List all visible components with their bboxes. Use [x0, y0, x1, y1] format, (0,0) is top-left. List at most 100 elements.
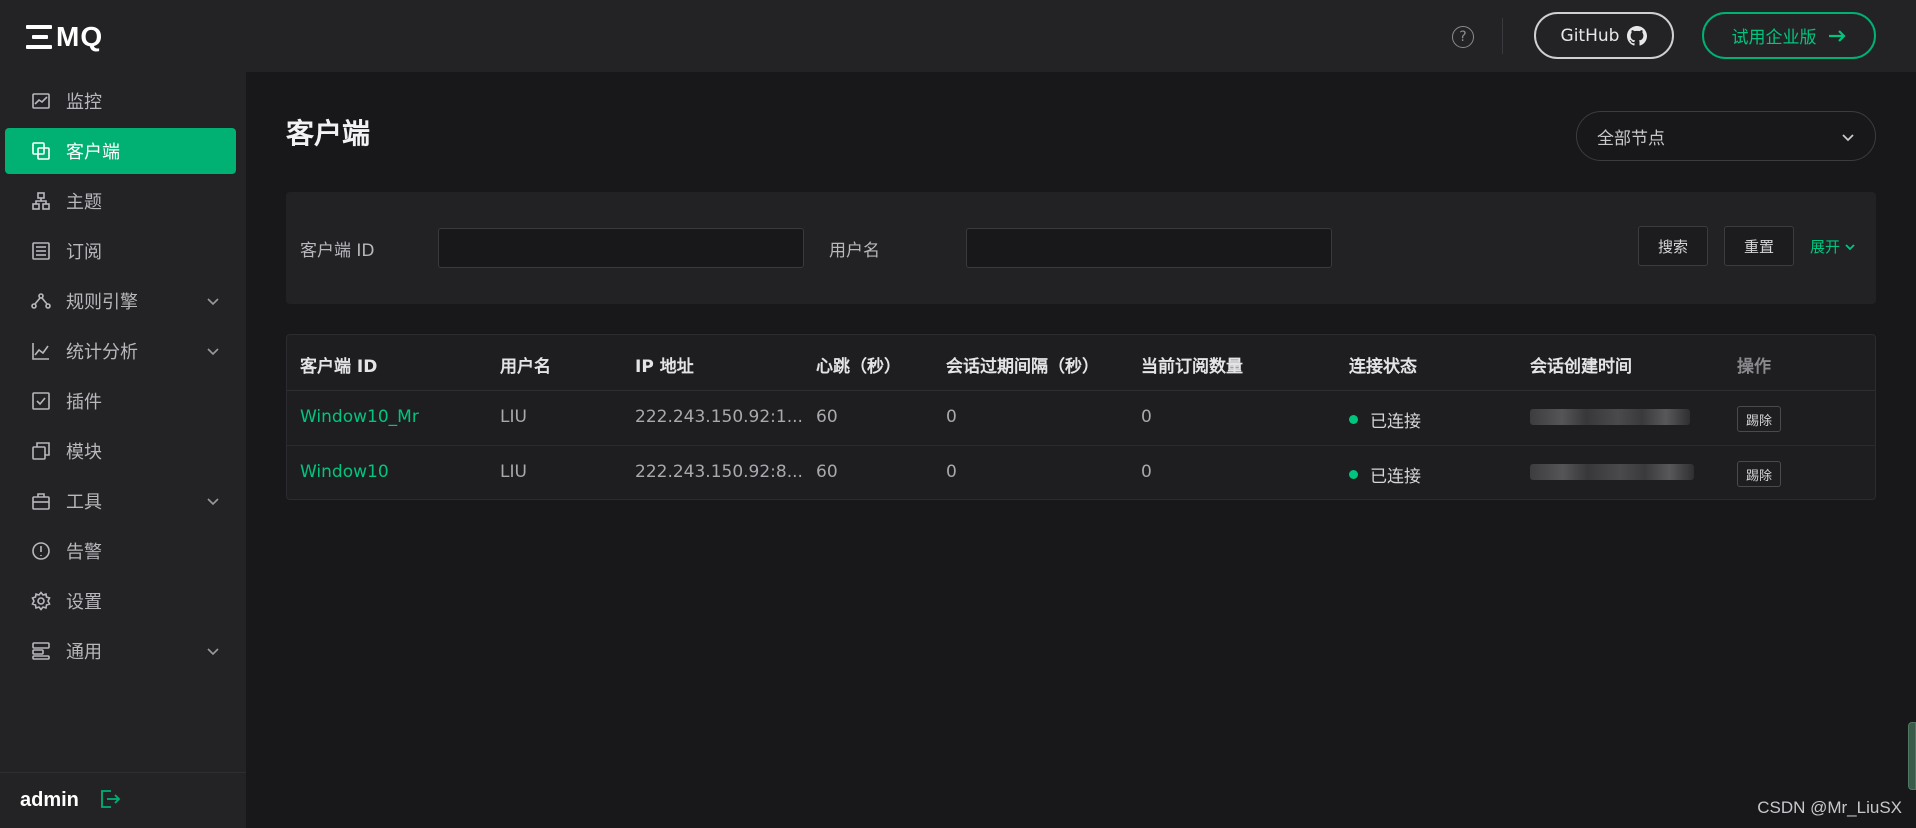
subscriptions-cell: 0 [1141, 407, 1152, 427]
chevron-down-icon [206, 292, 220, 306]
plugin-check-icon [30, 390, 52, 412]
reset-button[interactable]: 重置 [1724, 226, 1794, 266]
subscriptions-cell: 0 [1141, 462, 1152, 482]
modules-icon [30, 440, 52, 462]
username-label: 用户名 [829, 241, 880, 261]
ip-cell: 222.243.150.92:8... [635, 462, 803, 482]
logout-icon[interactable] [99, 788, 121, 814]
column-header: 当前订阅数量 [1141, 357, 1243, 377]
sidebar-item-modules[interactable]: 模块 [0, 428, 246, 474]
sidebar-item-label: 模块 [66, 442, 102, 463]
chart-line-icon [30, 90, 52, 112]
subscription-list-icon [30, 240, 52, 262]
logo-e-mark [26, 25, 54, 49]
sidebar-item-label: 订阅 [66, 242, 102, 263]
sidebar-item-alarms[interactable]: 告警 [0, 528, 246, 574]
status-text: 已连接 [1370, 467, 1421, 487]
sidebar-item-plugins[interactable]: 插件 [0, 378, 246, 424]
sidebar-item-rule-engine[interactable]: 规则引擎 [0, 278, 246, 324]
chevron-down-icon [1842, 134, 1854, 142]
sidebar-item-monitor[interactable]: 监控 [0, 78, 246, 124]
sidebar-item-topics[interactable]: 主题 [0, 178, 246, 224]
kick-button[interactable]: 踢除 [1737, 406, 1781, 432]
top-header: ? GitHub 试用企业版 [246, 0, 1916, 72]
expand-label: 展开 [1810, 238, 1841, 256]
redacted-timestamp [1530, 464, 1694, 480]
username-cell: LIU [500, 462, 527, 482]
sidebar-item-settings[interactable]: 设置 [0, 578, 246, 624]
sidebar-item-label: 工具 [66, 492, 102, 513]
topic-tree-icon [30, 190, 52, 212]
table-row: Window10_Mr LIU 222.243.150.92:1... 60 0… [287, 391, 1875, 446]
username-cell: LIU [500, 407, 527, 427]
column-header: 客户端 ID [300, 357, 378, 377]
sidebar-item-label: 告警 [66, 542, 102, 563]
page-title: 客户端 [286, 117, 371, 150]
status-cell: 已连接 [1349, 462, 1421, 487]
github-label: GitHub [1560, 25, 1620, 46]
emq-logo[interactable]: MQ [26, 20, 103, 54]
keepalive-cell: 60 [816, 407, 838, 427]
chevron-down-icon [206, 492, 220, 506]
column-header: 心跳（秒） [816, 357, 901, 377]
search-button[interactable]: 搜索 [1638, 226, 1708, 266]
client-id-label: 客户端 ID [300, 241, 375, 261]
expand-toggle[interactable]: 展开 [1810, 236, 1856, 257]
client-id-link[interactable]: Window10 [300, 462, 389, 482]
github-button[interactable]: GitHub [1534, 12, 1674, 59]
connected-dot-icon [1349, 470, 1358, 479]
expiry-cell: 0 [946, 407, 957, 427]
sidebar-menu: 监控 客户端 主题 订阅 规则引擎 统计分析 插件 模块 工具 告警 设置 通用 [0, 74, 246, 678]
sidebar-item-label: 监控 [66, 92, 102, 113]
sidebar: MQ 监控 客户端 主题 订阅 规则引擎 统计分析 插件 模块 工具 告警 设置… [0, 0, 246, 828]
client-id-input[interactable] [438, 228, 804, 268]
connected-dot-icon [1349, 415, 1358, 424]
clients-icon [30, 140, 52, 162]
header-divider [1502, 18, 1503, 54]
sidebar-item-label: 客户端 [66, 142, 120, 163]
node-select[interactable]: 全部节点 [1576, 111, 1876, 161]
sidebar-item-label: 插件 [66, 392, 102, 413]
sidebar-item-label: 统计分析 [66, 342, 138, 363]
expiry-cell: 0 [946, 462, 957, 482]
scroll-handle[interactable] [1908, 722, 1916, 790]
kick-button[interactable]: 踢除 [1737, 461, 1781, 487]
column-header: 会话创建时间 [1530, 357, 1632, 377]
logo-text: MQ [56, 21, 104, 52]
sidebar-item-clients[interactable]: 客户端 [5, 128, 236, 174]
alert-icon [30, 540, 52, 562]
sidebar-item-label: 通用 [66, 642, 102, 663]
gear-icon [30, 590, 52, 612]
filter-panel: 客户端 ID 用户名 搜索 重置 展开 [286, 192, 1876, 304]
chevron-down-icon [206, 642, 220, 656]
status-cell: 已连接 [1349, 407, 1421, 432]
sidebar-item-analytics[interactable]: 统计分析 [0, 328, 246, 374]
sidebar-footer: admin [0, 772, 246, 828]
watermark: CSDN @Mr_LiuSX [1757, 798, 1902, 817]
enterprise-trial-button[interactable]: 试用企业版 [1702, 12, 1876, 59]
general-icon [30, 640, 52, 662]
github-icon [1627, 25, 1648, 46]
keepalive-cell: 60 [816, 462, 838, 482]
table-header: 客户端 ID 用户名 IP 地址 心跳（秒） 会话过期间隔（秒） 当前订阅数量 … [287, 335, 1875, 391]
ip-cell: 222.243.150.92:1... [635, 407, 803, 427]
status-text: 已连接 [1370, 412, 1421, 432]
sidebar-item-label: 设置 [66, 592, 102, 613]
username-input[interactable] [966, 228, 1332, 268]
column-header: 用户名 [500, 357, 551, 377]
column-header: 连接状态 [1349, 357, 1417, 377]
column-header: 会话过期间隔（秒） [946, 357, 1099, 377]
help-icon[interactable]: ? [1452, 26, 1474, 48]
sidebar-item-subscriptions[interactable]: 订阅 [0, 228, 246, 274]
redacted-timestamp [1530, 409, 1690, 425]
sidebar-item-label: 主题 [66, 192, 102, 213]
client-id-link[interactable]: Window10_Mr [300, 407, 419, 427]
sidebar-item-tools[interactable]: 工具 [0, 478, 246, 524]
clients-table: 客户端 ID 用户名 IP 地址 心跳（秒） 会话过期间隔（秒） 当前订阅数量 … [286, 334, 1876, 500]
table-row: Window10 LIU 222.243.150.92:8... 60 0 0 … [287, 446, 1875, 501]
toolbox-icon [30, 490, 52, 512]
sidebar-item-general[interactable]: 通用 [0, 628, 246, 674]
column-header: 操作 [1737, 357, 1771, 377]
enterprise-trial-label: 试用企业版 [1731, 28, 1817, 48]
current-user: admin [20, 789, 79, 811]
